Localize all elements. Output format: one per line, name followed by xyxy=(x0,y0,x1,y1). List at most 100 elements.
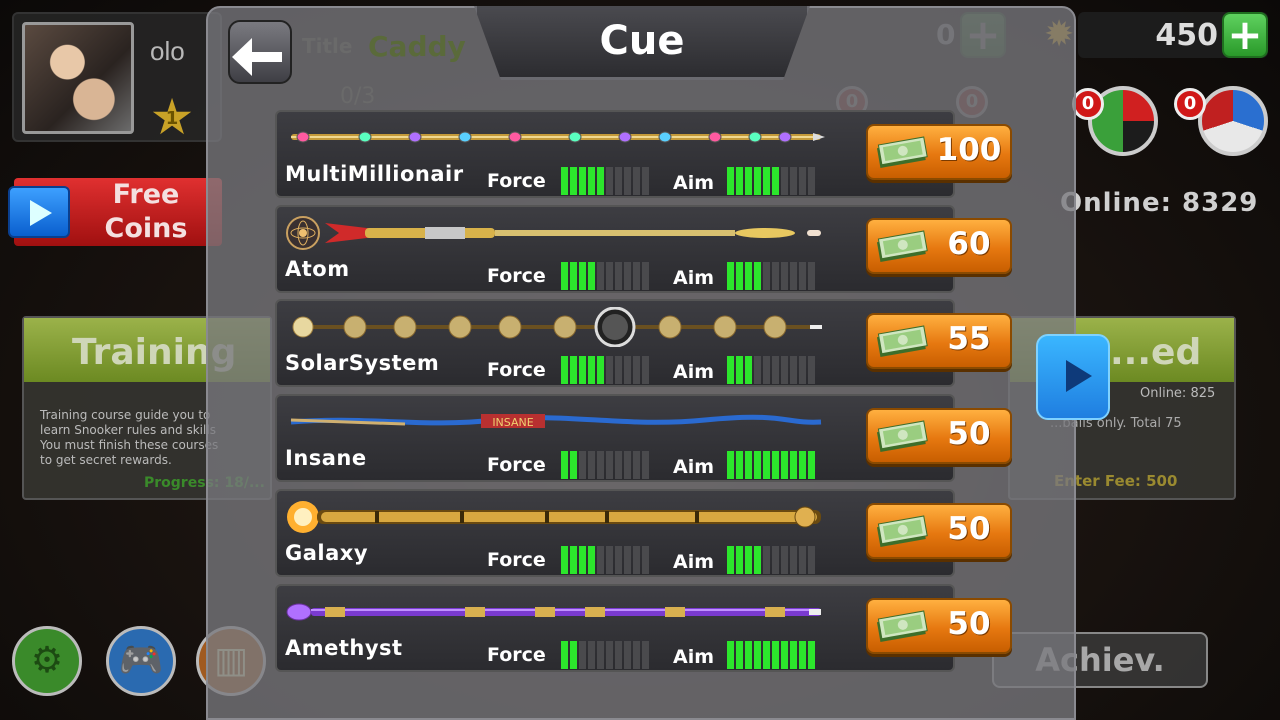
buy-cue-button[interactable]: 50 xyxy=(866,408,1012,464)
cue-image: INSANE xyxy=(290,414,822,429)
meter-segment xyxy=(561,546,568,574)
back-button[interactable] xyxy=(228,20,292,84)
modal-title: Cue xyxy=(599,18,685,64)
meter-segment xyxy=(606,262,613,290)
meter-segment xyxy=(745,641,752,669)
aim-label: Aim xyxy=(673,646,715,668)
meter-segment xyxy=(642,641,649,669)
cue-image xyxy=(286,603,821,621)
meter-segment xyxy=(633,451,640,479)
cue-row[interactable]: MultiMillionair Force Aim xyxy=(275,110,955,198)
cue-row[interactable]: INSANE Insane Force Aim xyxy=(275,394,955,482)
arrow-left-icon xyxy=(232,38,282,76)
gamepad-icon[interactable]: 🎮 xyxy=(106,626,176,696)
meter-segment xyxy=(745,356,752,384)
meter-segment xyxy=(754,262,761,290)
free-coins-line2: Coins xyxy=(104,213,188,244)
meter-segment xyxy=(781,546,788,574)
meter-segment xyxy=(736,546,743,574)
cue-name: Amethyst xyxy=(285,636,403,660)
meter-segment xyxy=(606,546,613,574)
force-label: Force xyxy=(487,170,546,192)
meter-segment xyxy=(781,641,788,669)
meter-segment xyxy=(763,451,770,479)
cue-price: 100 xyxy=(936,132,1002,168)
meter-segment xyxy=(633,262,640,290)
force-meter xyxy=(561,262,649,290)
meter-segment xyxy=(736,641,743,669)
meter-segment xyxy=(790,546,797,574)
meter-segment xyxy=(790,641,797,669)
meter-segment xyxy=(763,167,770,195)
meter-segment xyxy=(570,262,577,290)
free-coins-button[interactable]: Free Coins xyxy=(8,178,222,246)
buy-cue-button[interactable]: 60 xyxy=(866,218,1012,274)
meter-segment xyxy=(736,262,743,290)
meter-segment xyxy=(570,451,577,479)
force-label: Force xyxy=(487,454,546,476)
meter-segment xyxy=(606,641,613,669)
meter-segment xyxy=(642,167,649,195)
aim-label: Aim xyxy=(673,172,715,194)
meter-segment xyxy=(597,451,604,479)
force-label: Force xyxy=(487,265,546,287)
meter-segment xyxy=(561,356,568,384)
coin-balance: 450 xyxy=(1155,18,1218,53)
avatar[interactable] xyxy=(22,22,134,134)
meter-segment xyxy=(772,262,779,290)
player-name: olo xyxy=(150,36,185,66)
cue-row[interactable]: Amethyst Force Aim xyxy=(275,584,955,672)
cue-row[interactable]: SolarSystem Force Aim xyxy=(275,299,955,387)
meter-segment xyxy=(624,167,631,195)
ghost-title-name: Caddy xyxy=(368,30,466,63)
meter-segment xyxy=(606,451,613,479)
add-coins-button[interactable]: + xyxy=(1222,12,1268,58)
aim-meter xyxy=(727,356,815,384)
video-play-icon xyxy=(8,186,70,238)
aim-meter xyxy=(727,167,815,195)
buy-cue-button[interactable]: 100 xyxy=(866,124,1012,180)
cue-image xyxy=(292,307,822,347)
force-label: Force xyxy=(487,644,546,666)
meter-segment xyxy=(754,451,761,479)
cue-price: 55 xyxy=(947,321,991,357)
meter-segment xyxy=(799,641,806,669)
meter-segment xyxy=(745,451,752,479)
meter-segment xyxy=(633,356,640,384)
meter-segment xyxy=(781,262,788,290)
buy-cue-button[interactable]: 50 xyxy=(866,598,1012,654)
meter-segment xyxy=(561,641,568,669)
force-meter xyxy=(561,641,649,669)
cue-name: SolarSystem xyxy=(285,351,440,375)
cue-row[interactable]: Atom Force Aim xyxy=(275,205,955,293)
ghost-title-ratio: 0/3 xyxy=(340,84,376,109)
meter-segment xyxy=(799,356,806,384)
cue-row[interactable]: Galaxy Force Aim xyxy=(275,489,955,577)
meter-segment xyxy=(781,356,788,384)
buy-cue-button[interactable]: 50 xyxy=(866,503,1012,559)
free-coins-line1: Free xyxy=(112,179,180,210)
meter-segment xyxy=(642,546,649,574)
meter-segment xyxy=(615,356,622,384)
ball-shop-icon[interactable] xyxy=(1198,86,1268,156)
money-stack-icon xyxy=(876,420,928,452)
buy-cue-button[interactable]: 55 xyxy=(866,313,1012,369)
level-star-icon: ★ 1 xyxy=(147,92,197,142)
force-label: Force xyxy=(487,549,546,571)
meter-segment xyxy=(561,262,568,290)
aim-meter xyxy=(727,451,815,479)
svg-text:INSANE: INSANE xyxy=(492,416,533,429)
meter-segment xyxy=(754,167,761,195)
meter-segment xyxy=(745,262,752,290)
meter-segment xyxy=(763,262,770,290)
meter-segment xyxy=(633,546,640,574)
play-icon[interactable] xyxy=(1036,334,1110,420)
meter-segment xyxy=(642,356,649,384)
cue-price: 50 xyxy=(947,511,991,547)
player-profile-card[interactable]: olo ★ 1 xyxy=(12,12,222,142)
meter-segment xyxy=(763,356,770,384)
settings-gear-icon[interactable]: ⚙ xyxy=(12,626,82,696)
badge-4: 0 xyxy=(1174,88,1206,120)
meter-segment xyxy=(772,546,779,574)
meter-segment xyxy=(633,641,640,669)
